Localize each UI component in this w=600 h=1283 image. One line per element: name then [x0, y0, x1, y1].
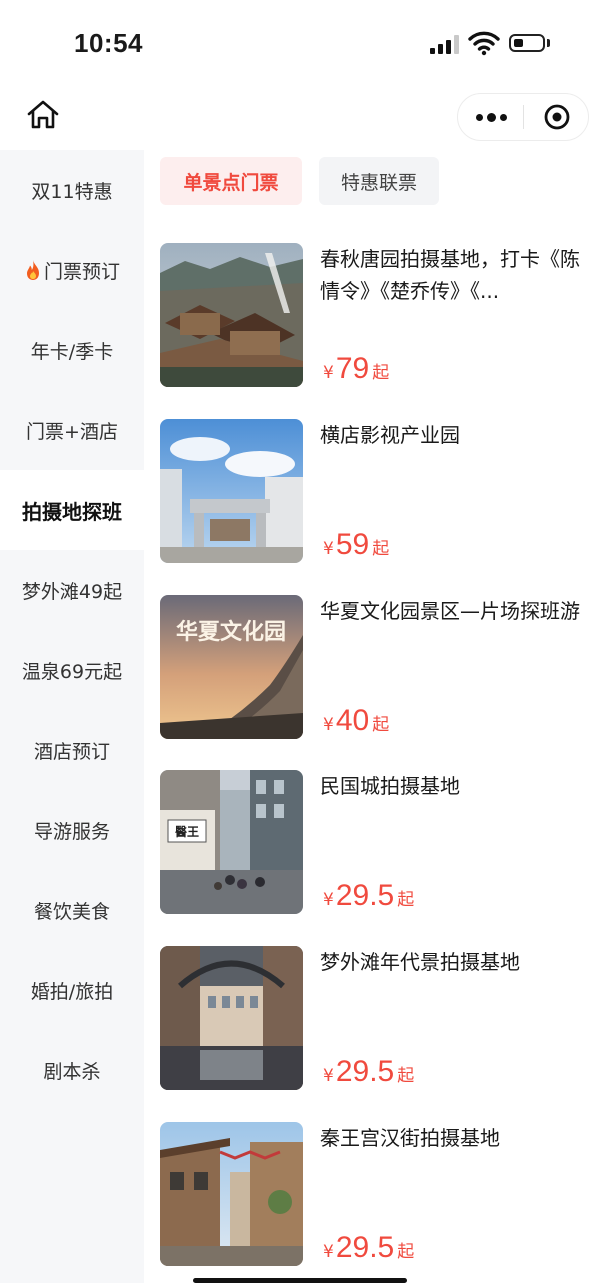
price-value: 29.5	[335, 879, 395, 912]
product-price: ¥29.5 起	[323, 1055, 414, 1089]
sidebar-item-label: 年卡/季卡	[30, 340, 114, 363]
thumb-caption: 华夏文化园	[176, 619, 286, 645]
more-dot-icon	[475, 113, 483, 121]
product-name: 秦王宫汉街拍摄基地	[320, 1126, 500, 1150]
product-price: ¥29.5 起	[323, 879, 414, 913]
sidebar-item-label: 导游服务	[33, 820, 110, 843]
product-name: 梦外滩年代景拍摄基地	[320, 950, 520, 974]
battery-tip	[547, 39, 550, 47]
price-value: 29.5	[335, 1231, 395, 1264]
product-price: ¥29.5 起	[323, 1231, 414, 1265]
price-suffix: 起	[397, 890, 415, 910]
product-item[interactable]: 梦外滩年代景拍摄基地 ¥29.5 起	[160, 946, 590, 1091]
sidebar-item-ticket-booking[interactable]: 门票预订	[0, 230, 144, 310]
home-icon[interactable]	[26, 98, 60, 132]
sidebar-item-label: 剧本杀	[43, 1060, 101, 1083]
product-image: 华夏文化园	[160, 595, 303, 739]
product-name: 横店影视产业园	[320, 423, 460, 447]
price-suffix: 起	[372, 715, 390, 735]
thumb-caption: 醫王	[175, 825, 199, 839]
product-name: 春秋唐园拍摄基地，打卡《陈情令》《楚乔传》《...	[320, 247, 580, 303]
more-dot-icon	[499, 113, 507, 121]
price-value: 59	[335, 528, 370, 561]
more-button[interactable]	[458, 94, 524, 140]
price-value: 29.5	[335, 1055, 395, 1088]
sidebar-item-dining[interactable]: 餐饮美食	[0, 870, 144, 950]
product-item[interactable]: 醫王 民国城拍摄基地 ¥29.5 起	[160, 770, 590, 915]
tab-combo-ticket[interactable]: 特惠联票	[319, 157, 439, 205]
sidebar-item-hot-spring[interactable]: 温泉69元起	[0, 630, 144, 710]
sidebar-item-ticket-hotel[interactable]: 门票+酒店	[0, 390, 144, 470]
price-currency: ¥	[323, 1066, 334, 1086]
price-value: 79	[335, 352, 370, 385]
product-item[interactable]: 春秋唐园拍摄基地，打卡《陈情令》《楚乔传》《... ¥79 起	[160, 243, 590, 388]
price-currency: ¥	[323, 363, 334, 383]
sidebar-item-label: 温泉69元起	[21, 660, 123, 683]
sidebar-item-annual-pass[interactable]: 年卡/季卡	[0, 310, 144, 390]
sidebar-item-label: 门票预订	[43, 260, 120, 283]
product-image	[160, 419, 303, 563]
product-item[interactable]: 秦王宫汉街拍摄基地 ¥29.5 起	[160, 1122, 590, 1267]
nav-bar	[0, 88, 600, 148]
sidebar-item-dream-bund[interactable]: 梦外滩49起	[0, 550, 144, 630]
price-suffix: 起	[397, 1242, 415, 1262]
sidebar-item-label: 拍摄地探班	[22, 499, 122, 524]
product-image	[160, 946, 303, 1090]
product-image: 醫王	[160, 770, 303, 914]
sidebar-item-guide-service[interactable]: 导游服务	[0, 790, 144, 870]
product-price: ¥79 起	[323, 352, 389, 386]
price-currency: ¥	[323, 890, 334, 910]
sidebar-item-label: 双11特惠	[31, 180, 113, 203]
product-image	[160, 1122, 303, 1266]
sidebar-item-label: 门票+酒店	[26, 420, 118, 443]
price-suffix: 起	[397, 1066, 415, 1086]
sidebar-item-script-game[interactable]: 剧本杀	[0, 1030, 144, 1110]
sidebar-item-label: 婚拍/旅拍	[30, 980, 114, 1003]
product-name: 华夏文化园景区—片场探班游	[320, 599, 580, 623]
sidebar-item-wedding-photo[interactable]: 婚拍/旅拍	[0, 950, 144, 1030]
fire-icon	[26, 260, 39, 280]
sidebar-item-label: 酒店预订	[33, 740, 110, 763]
price-currency: ¥	[323, 1242, 334, 1262]
product-image	[160, 243, 303, 387]
category-sidebar: 双11特惠 门票预订 年卡/季卡 门票+酒店 拍摄地探班 梦外滩49起 温泉69…	[0, 150, 144, 1283]
status-time: 10:54	[74, 28, 143, 58]
product-price: ¥59 起	[323, 528, 389, 562]
sidebar-item-label: 餐饮美食	[33, 900, 110, 923]
price-currency: ¥	[323, 715, 334, 735]
close-mini-program-button[interactable]	[524, 94, 590, 140]
signal-icon	[430, 34, 460, 54]
battery-icon	[509, 34, 545, 52]
price-value: 40	[335, 704, 370, 737]
product-name: 民国城拍摄基地	[320, 774, 460, 798]
product-price: ¥40 起	[323, 704, 389, 738]
more-dot-icon	[486, 112, 496, 122]
price-currency: ¥	[323, 539, 334, 559]
sidebar-item-filming-visit[interactable]: 拍摄地探班	[0, 470, 144, 550]
sidebar-item-label: 梦外滩49起	[21, 580, 123, 603]
tab-single-attraction-ticket[interactable]: 单景点门票	[160, 157, 302, 205]
wifi-icon	[468, 31, 500, 56]
price-suffix: 起	[372, 539, 390, 559]
sidebar-item-double11[interactable]: 双11特惠	[0, 150, 144, 230]
mini-program-capsule	[457, 93, 589, 141]
product-item[interactable]: 横店影视产业园 ¥59 起	[160, 419, 590, 564]
price-suffix: 起	[372, 363, 390, 383]
status-bar: 10:54	[0, 0, 600, 88]
home-indicator	[193, 1278, 407, 1283]
product-item[interactable]: 华夏文化园 华夏文化园景区—片场探班游 ¥40 起	[160, 595, 590, 740]
sidebar-item-hotel-booking[interactable]: 酒店预订	[0, 710, 144, 790]
